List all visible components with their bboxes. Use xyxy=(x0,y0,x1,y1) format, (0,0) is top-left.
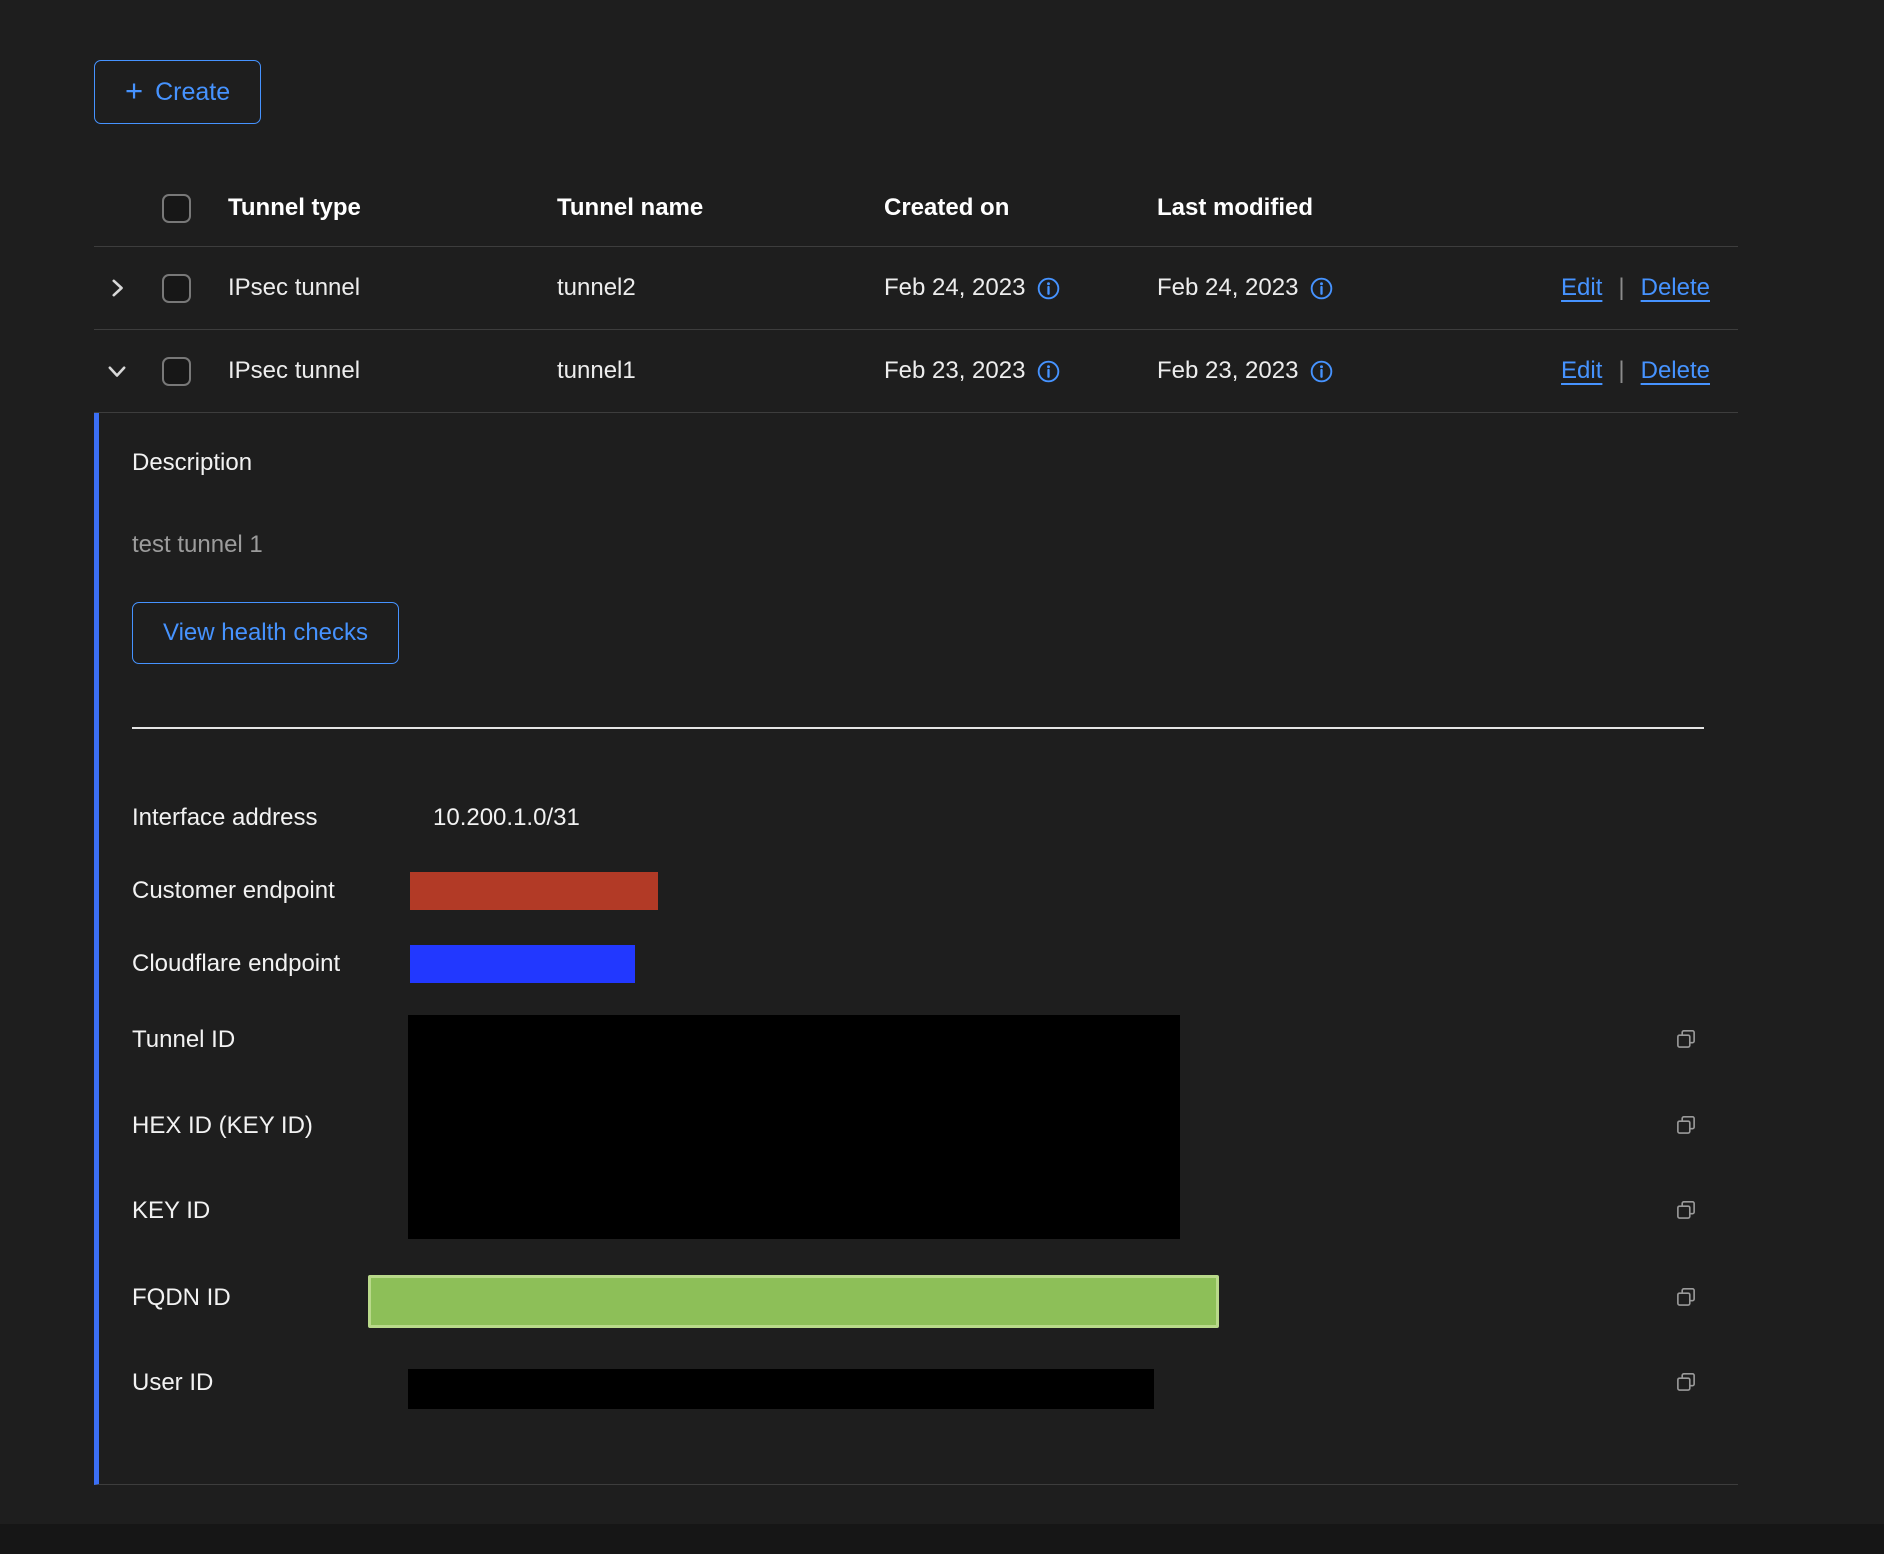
action-separator: | xyxy=(1618,274,1624,302)
header-tunnel-type: Tunnel type xyxy=(228,194,557,222)
tunnel-type-cell: IPsec tunnel xyxy=(228,357,557,385)
last-modified-cell: Feb 23, 2023 xyxy=(1157,357,1298,385)
delete-link[interactable]: Delete xyxy=(1641,357,1710,385)
chevron-right-icon xyxy=(104,275,130,301)
view-health-checks-button[interactable]: View health checks xyxy=(132,602,399,664)
create-button[interactable]: + Create xyxy=(94,60,261,124)
row-checkbox[interactable] xyxy=(162,357,191,386)
table-row-tunnel2: IPsec tunnel tunnel2 Feb 24, 2023 Feb 24… xyxy=(94,247,1738,330)
tunnel-type-cell: IPsec tunnel xyxy=(228,274,557,302)
info-icon[interactable] xyxy=(1310,360,1333,383)
hex-id-label: HEX ID (KEY ID) xyxy=(132,1111,313,1141)
copy-hex-id-button[interactable] xyxy=(1672,1112,1700,1140)
tunnel1-details-panel: Description test tunnel 1 View health ch… xyxy=(94,413,1738,1485)
copy-icon xyxy=(1673,1198,1699,1224)
table-header-row: Tunnel type Tunnel name Created on Last … xyxy=(94,170,1738,247)
collapse-row-button[interactable] xyxy=(104,358,130,384)
created-on-cell: Feb 23, 2023 xyxy=(884,357,1025,385)
user-id-label: User ID xyxy=(132,1368,213,1398)
info-icon[interactable] xyxy=(1310,277,1333,300)
copy-fqdn-id-button[interactable] xyxy=(1672,1284,1700,1312)
created-on-cell: Feb 24, 2023 xyxy=(884,274,1025,302)
header-last-modified: Last modified xyxy=(1157,194,1538,222)
edit-link[interactable]: Edit xyxy=(1561,357,1602,385)
select-all-checkbox[interactable] xyxy=(162,194,191,223)
create-button-label: Create xyxy=(155,78,230,107)
footer-strip xyxy=(0,1524,1884,1554)
customer-endpoint-redacted-value xyxy=(410,872,658,910)
description-value: test tunnel 1 xyxy=(132,530,263,560)
copy-icon xyxy=(1673,1027,1699,1053)
edit-link[interactable]: Edit xyxy=(1561,274,1602,302)
info-icon[interactable] xyxy=(1037,277,1060,300)
tunnel-id-label: Tunnel ID xyxy=(132,1025,235,1055)
copy-user-id-button[interactable] xyxy=(1672,1369,1700,1397)
tunnel-name-cell: tunnel1 xyxy=(557,357,884,385)
cloudflare-endpoint-redacted-value xyxy=(410,945,635,983)
copy-icon xyxy=(1673,1285,1699,1311)
tunnels-table: Tunnel type Tunnel name Created on Last … xyxy=(94,170,1738,413)
copy-key-id-button[interactable] xyxy=(1672,1197,1700,1225)
fqdn-id-redacted-value xyxy=(368,1275,1219,1328)
section-divider xyxy=(132,727,1704,729)
plus-icon: + xyxy=(125,75,143,106)
tunnel-name-cell: tunnel2 xyxy=(557,274,884,302)
description-heading: Description xyxy=(132,448,252,478)
user-id-redacted-value xyxy=(408,1369,1154,1409)
expand-row-button[interactable] xyxy=(104,275,130,301)
interface-address-value: 10.200.1.0/31 xyxy=(433,803,580,833)
delete-link[interactable]: Delete xyxy=(1641,274,1710,302)
row-checkbox[interactable] xyxy=(162,274,191,303)
customer-endpoint-label: Customer endpoint xyxy=(132,876,335,906)
header-created-on: Created on xyxy=(884,194,1157,222)
copy-icon xyxy=(1673,1113,1699,1139)
tunnel-hex-key-id-redacted-value xyxy=(408,1015,1180,1239)
interface-address-label: Interface address xyxy=(132,803,317,833)
copy-icon xyxy=(1673,1370,1699,1396)
cloudflare-endpoint-label: Cloudflare endpoint xyxy=(132,949,340,979)
tunnels-page: + Create Tunnel type Tunnel name Created… xyxy=(0,0,1884,1554)
info-icon[interactable] xyxy=(1037,360,1060,383)
last-modified-cell: Feb 24, 2023 xyxy=(1157,274,1298,302)
fqdn-id-label: FQDN ID xyxy=(132,1283,231,1313)
key-id-label: KEY ID xyxy=(132,1196,210,1226)
copy-tunnel-id-button[interactable] xyxy=(1672,1026,1700,1054)
chevron-down-icon xyxy=(104,358,130,384)
action-separator: | xyxy=(1618,357,1624,385)
header-tunnel-name: Tunnel name xyxy=(557,194,884,222)
table-row-tunnel1: IPsec tunnel tunnel1 Feb 23, 2023 Feb 23… xyxy=(94,330,1738,413)
